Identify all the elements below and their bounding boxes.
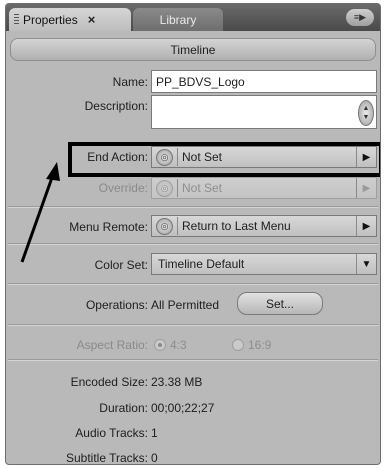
color-set-select[interactable]: Timeline Default ▼ — [151, 253, 377, 275]
panel-menu-icon[interactable]: ≡▶ — [346, 9, 374, 26]
dropdown-separator — [177, 217, 178, 235]
menu-remote-label: Menu Remote: — [69, 220, 148, 234]
end-action-highlight — [68, 142, 380, 177]
divider — [8, 243, 378, 245]
divider — [8, 359, 378, 361]
link-icon: ◎ — [156, 179, 173, 197]
divider — [8, 206, 378, 208]
description-field[interactable]: ▲ ▼ — [151, 95, 377, 129]
chevron-right-icon: ▶ — [356, 178, 376, 198]
panel-title-text: Timeline — [170, 42, 216, 57]
subtitle-tracks-label: Subtitle Tracks: — [65, 451, 148, 465]
description-label: Description: — [84, 99, 148, 113]
set-operations-button[interactable]: Set... — [237, 292, 323, 315]
duration-label: Duration: — [99, 401, 148, 415]
tab-properties-label: Properties — [23, 12, 78, 27]
tab-library-label: Library — [159, 12, 197, 27]
duration-value: 00;00;22;27 — [151, 401, 215, 415]
aspect-ratio-16-9: 16:9 — [232, 338, 271, 352]
encoded-size-label: Encoded Size: — [70, 375, 148, 389]
name-field[interactable]: PP_BDVS_Logo — [151, 70, 377, 93]
aspect-ratio-label: Aspect Ratio: — [76, 338, 148, 352]
aspect-ratio-4-3-label: 4:3 — [170, 338, 187, 352]
tab-library[interactable]: Library — [133, 8, 223, 31]
divider — [8, 283, 378, 285]
operations-label: Operations: — [85, 298, 148, 312]
link-icon[interactable]: ◎ — [156, 217, 173, 235]
color-set-label: Color Set: — [94, 258, 148, 272]
dropdown-separator — [177, 179, 178, 197]
audio-tracks-value: 1 — [151, 426, 158, 440]
menu-remote-dropdown[interactable]: ◎ Return to Last Menu ▶ — [151, 215, 377, 237]
override-label: Override: — [98, 181, 148, 195]
chevron-right-icon[interactable]: ▶ — [356, 216, 376, 236]
name-label: Name: — [112, 75, 148, 89]
chevron-down-icon[interactable]: ▼ — [356, 254, 376, 274]
encoded-size-value: 23.38 MB — [151, 375, 203, 389]
aspect-ratio-16-9-label: 16:9 — [248, 338, 272, 352]
operations-value: All Permitted — [151, 298, 220, 312]
subtitle-tracks-value: 0 — [151, 451, 158, 465]
override-dropdown: ◎ Not Set ▶ — [151, 177, 377, 199]
grip-icon[interactable] — [14, 13, 19, 26]
name-value: PP_BDVS_Logo — [156, 74, 245, 89]
properties-panel: Properties × Library ≡▶ Timeline Name: P… — [5, 3, 381, 465]
color-set-value: Timeline Default — [158, 257, 245, 271]
menu-remote-value: Return to Last Menu — [182, 219, 291, 233]
radio-selected-icon — [154, 339, 166, 351]
audio-tracks-label: Audio Tracks: — [75, 426, 148, 440]
divider — [8, 324, 378, 326]
radio-icon — [232, 339, 244, 351]
panel-title: Timeline — [10, 38, 376, 61]
tab-properties[interactable]: Properties × — [9, 8, 131, 31]
aspect-ratio-4-3: 4:3 — [154, 338, 187, 352]
close-icon[interactable]: × — [88, 12, 96, 27]
set-operations-button-label: Set... — [265, 296, 294, 311]
description-scroll-icon[interactable]: ▲ ▼ — [358, 100, 374, 126]
override-value: Not Set — [182, 181, 223, 195]
tab-bar: Properties × Library ≡▶ — [6, 4, 380, 31]
